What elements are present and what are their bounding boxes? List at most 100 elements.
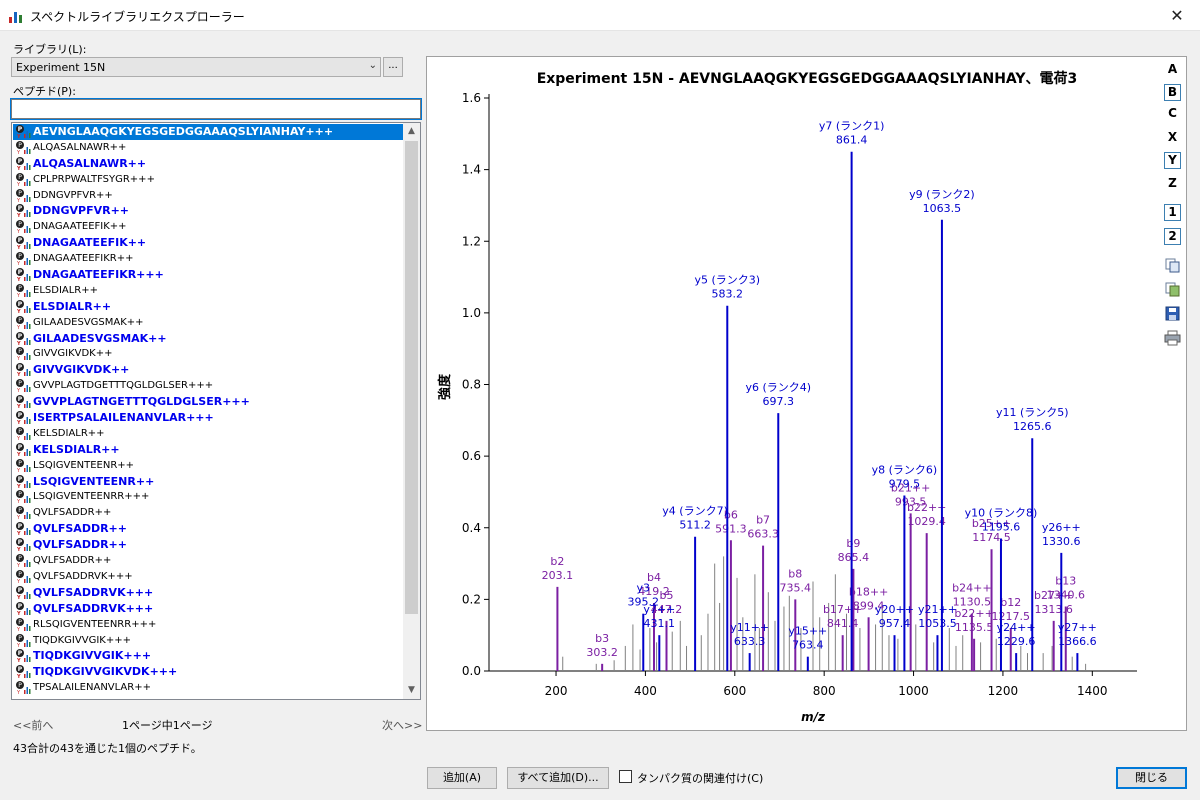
svg-text:Y: Y xyxy=(16,436,21,441)
peptide-icon: PY xyxy=(16,681,31,695)
list-item[interactable]: P Y TPSALAILENANVLAR++ xyxy=(13,680,404,696)
list-item[interactable]: P Y GVVPLAGTNGETTTQGLDGLSER+++ xyxy=(13,394,404,410)
svg-text:P: P xyxy=(18,269,23,276)
list-item[interactable]: P Y KELSDIALR++ xyxy=(13,442,404,458)
ion-type-button-b[interactable]: B xyxy=(1164,84,1181,101)
y-ion-mz: 1330.6 xyxy=(1042,535,1081,548)
list-item[interactable]: P Y CPLPRPWALTFSYGR+++ xyxy=(13,172,404,188)
list-item[interactable]: P Y ELSDIALR++ xyxy=(13,299,404,315)
list-item[interactable]: P Y ELSDIALR++ xyxy=(13,283,404,299)
list-item[interactable]: P Y DNAGAATEEFIK++ xyxy=(13,219,404,235)
list-item[interactable]: P Y QVLFSADDR++ xyxy=(13,521,404,537)
ion-type-button-y[interactable]: Y xyxy=(1164,152,1181,169)
list-item[interactable]: P Y TIQDKGIVVGIKVDK+++ xyxy=(13,664,404,680)
list-item[interactable]: P Y KELSDIALR++ xyxy=(13,426,404,442)
list-item[interactable]: P Y TIQDKGIVVGIK+++ xyxy=(13,648,404,664)
scroll-down-icon[interactable]: ▼ xyxy=(403,682,420,699)
peptide-name: DNAGAATEEFIK++ xyxy=(33,221,127,233)
ion-type-button-1[interactable]: 1 xyxy=(1164,204,1181,221)
list-item[interactable]: P Y RLSQIGVENTEENRR+++ xyxy=(13,617,404,633)
y-ion-label: y3 xyxy=(637,582,651,595)
library-dropdown[interactable]: Experiment 15N ⌄ xyxy=(11,57,381,77)
list-item[interactable]: P Y GIVVGIKVDK++ xyxy=(13,362,404,378)
scroll-thumb[interactable] xyxy=(405,141,418,614)
list-item[interactable]: P Y QVLFSADDRVK+++ xyxy=(13,585,404,601)
list-item[interactable]: P Y QVLFSADDRVK+++ xyxy=(13,601,404,617)
prev-page-link[interactable]: <<前へ xyxy=(13,717,53,733)
spectrum-chart-panel[interactable]: Experiment 15N - AEVNGLAAQGKYEGSGEDGGAAA… xyxy=(426,56,1187,731)
b-ion-label: b22++ xyxy=(907,501,946,514)
save-icon[interactable] xyxy=(1165,306,1180,321)
scroll-up-icon[interactable]: ▲ xyxy=(403,123,420,140)
print-icon[interactable] xyxy=(1164,330,1181,346)
ion-type-button-z[interactable]: Z xyxy=(1164,176,1181,193)
y-ion-label: y27++ xyxy=(1058,621,1097,634)
svg-text:Y: Y xyxy=(16,261,21,266)
list-item[interactable]: P Y QVLFSADDRVK+++ xyxy=(13,569,404,585)
peptide-icon: PY xyxy=(16,665,31,679)
app-icon xyxy=(9,12,22,23)
library-browse-button[interactable]: ... xyxy=(383,57,403,77)
list-item[interactable]: P Y AEVNGLAAQGKYEGSGEDGGAAAQSLYIANHAY+++ xyxy=(13,124,404,140)
next-page-link[interactable]: 次へ>> xyxy=(382,717,422,733)
list-item[interactable]: P Y LSQIGVENTEENR++ xyxy=(13,474,404,490)
svg-text:P: P xyxy=(18,460,22,467)
svg-text:P: P xyxy=(18,666,23,673)
svg-text:Y: Y xyxy=(16,563,21,568)
list-item[interactable]: P Y DNAGAATEEFIK++ xyxy=(13,235,404,251)
list-item[interactable]: P Y DNAGAATEEFIKR+++ xyxy=(13,267,404,283)
ion-type-button-x[interactable]: X xyxy=(1164,130,1181,147)
y-tick-label: 1.2 xyxy=(462,234,481,248)
peptide-icon: PY xyxy=(16,299,31,314)
add-button[interactable]: 追加(A) xyxy=(427,767,497,789)
list-item[interactable]: P Y LSQIGVENTEENR++ xyxy=(13,458,404,474)
list-item[interactable]: P Y GILAADESVGSMAK++ xyxy=(13,315,404,331)
list-item[interactable]: P Y QVLFSADDR++ xyxy=(13,553,404,569)
svg-text:Y: Y xyxy=(16,643,21,648)
list-item[interactable]: P Y DDNGVPFVR++ xyxy=(13,188,404,204)
list-item[interactable]: P Y GILAADESVGSMAK++ xyxy=(13,331,404,347)
svg-text:Y: Y xyxy=(16,229,21,234)
associate-proteins-label[interactable]: タンパク質の関連付け(C) xyxy=(637,770,763,786)
list-item[interactable]: P Y TIQDKGIVVGIK+++ xyxy=(13,633,404,649)
spectrum-chart[interactable]: Experiment 15N - AEVNGLAAQGKYEGSGEDGGAAA… xyxy=(427,57,1188,732)
peptide-icon: PY xyxy=(16,426,31,441)
peptide-search-input[interactable] xyxy=(10,98,422,120)
svg-text:P: P xyxy=(18,491,22,498)
list-item[interactable]: P Y GVVPLAGTDGETTTQGLDGLSER+++ xyxy=(13,378,404,394)
copy-image-icon[interactable] xyxy=(1165,282,1180,297)
list-item[interactable]: P Y QVLFSADDR++ xyxy=(13,505,404,521)
b-ion-mz: 303.2 xyxy=(586,646,618,659)
list-item[interactable]: P Y LSQIGVENTEENRR+++ xyxy=(13,489,404,505)
peptide-icon: PY xyxy=(16,363,31,377)
associate-proteins-checkbox[interactable] xyxy=(619,770,632,783)
list-item[interactable]: P Y ALQASALNAWR++ xyxy=(13,140,404,156)
ion-type-button-2[interactable]: 2 xyxy=(1164,228,1181,245)
y-ion-mz: 1053.5 xyxy=(918,617,957,630)
peptide-name: QVLFSADDRVK+++ xyxy=(33,585,154,599)
peptide-list[interactable]: P Y AEVNGLAAQGKYEGSGEDGGAAAQSLYIANHAY+++ P Y… xyxy=(11,122,421,700)
peptide-icon: PY xyxy=(16,458,31,473)
list-item[interactable]: P Y DNAGAATEEFIKR++ xyxy=(13,251,404,267)
window-close-icon[interactable]: ✕ xyxy=(1154,0,1200,31)
ion-type-button-c[interactable]: C xyxy=(1164,106,1181,123)
peptide-name: CPLPRPWALTFSYGR+++ xyxy=(33,173,155,185)
peptide-icon: PY xyxy=(16,411,31,425)
copy-icon[interactable] xyxy=(1165,258,1180,273)
close-button[interactable]: 閉じる xyxy=(1116,767,1187,789)
peptide-icon: PY xyxy=(16,490,31,504)
list-item[interactable]: P Y DDNGVPFVR++ xyxy=(13,203,404,219)
peptide-icon: PY xyxy=(16,283,31,298)
svg-text:P: P xyxy=(18,380,22,387)
ion-type-button-a[interactable]: A xyxy=(1164,62,1181,79)
peptide-list-scrollbar[interactable]: ▲ ▼ xyxy=(403,123,420,699)
add-all-button[interactable]: すべて追加(D)... xyxy=(507,767,609,789)
peptide-name: GILAADESVGSMAK++ xyxy=(33,331,167,345)
y-ion-label: y26++ xyxy=(1042,521,1081,534)
list-item[interactable]: P Y ISERTPSALAILENANVLAR+++ xyxy=(13,410,404,426)
svg-text:Y: Y xyxy=(16,658,21,663)
list-item[interactable]: P Y QVLFSADDR++ xyxy=(13,537,404,553)
list-item[interactable]: P Y ALQASALNAWR++ xyxy=(13,156,404,172)
peptide-name: ALQASALNAWR++ xyxy=(33,141,127,153)
list-item[interactable]: P Y GIVVGIKVDK++ xyxy=(13,346,404,362)
